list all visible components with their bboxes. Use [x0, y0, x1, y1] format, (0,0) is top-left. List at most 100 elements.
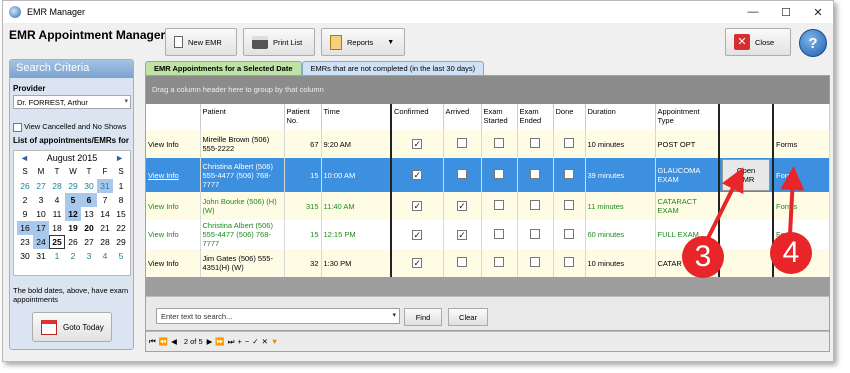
done-checkbox[interactable] [564, 257, 574, 267]
next-month-button[interactable]: ► [115, 153, 124, 163]
view-info-link[interactable]: View Info [146, 192, 201, 220]
calendar-day[interactable]: 2 [17, 193, 33, 207]
close-window-button[interactable]: ✕ [803, 1, 833, 23]
calendar-day[interactable]: 9 [17, 207, 33, 221]
calendar-day[interactable]: 4 [49, 193, 65, 207]
exam-ended-checkbox[interactable] [530, 200, 540, 210]
confirmed-cell[interactable]: ✓ [391, 220, 444, 249]
done-cell[interactable] [553, 130, 586, 158]
confirmed-cell[interactable]: ✓ [391, 192, 444, 220]
calendar-day[interactable]: 29 [65, 179, 81, 193]
calendar-day[interactable]: 14 [97, 207, 113, 221]
last-page-icon[interactable]: ⏭ [228, 337, 235, 347]
calendar-day[interactable]: 1 [49, 249, 65, 263]
done-cell[interactable] [553, 158, 586, 192]
cancel-icon[interactable]: ✕ [262, 337, 268, 346]
calendar-day[interactable]: 13 [81, 207, 97, 221]
table-row[interactable]: View Info Christina Albert (506) 555-4477… [146, 220, 830, 249]
done-checkbox[interactable] [564, 200, 574, 210]
arrived-checkbox[interactable]: ✓ [457, 201, 467, 211]
exam-started-checkbox[interactable] [494, 228, 504, 239]
arrived-checkbox[interactable] [457, 257, 467, 267]
forms-cell[interactable]: Forms [773, 158, 830, 192]
open-emr-button[interactable]: Open EMR [722, 159, 770, 191]
arrived-cell[interactable]: ✓ [443, 192, 482, 220]
confirmed-checkbox[interactable]: ✓ [412, 201, 423, 211]
arrived-checkbox[interactable] [457, 169, 467, 179]
maximize-button[interactable]: ☐ [771, 1, 801, 23]
goto-today-button[interactable]: Goto Today [32, 312, 112, 342]
col-duration[interactable]: Duration [585, 104, 656, 130]
arrived-cell[interactable] [443, 249, 482, 277]
calendar-day[interactable]: 31 [33, 249, 49, 263]
col-open[interactable] [719, 104, 774, 130]
done-checkbox[interactable] [564, 138, 574, 148]
col-confirmed[interactable]: Confirmed [391, 104, 444, 130]
calendar-day[interactable]: 5 [65, 193, 81, 207]
forms-cell[interactable]: Forms [773, 192, 830, 220]
calendar-day[interactable]: 30 [81, 179, 97, 193]
calendar-day[interactable]: 6 [81, 193, 97, 207]
exam-ended-cell[interactable] [517, 130, 554, 158]
col-patient-no[interactable]: Patient No. [284, 104, 322, 130]
open-emr-cell[interactable] [719, 130, 774, 158]
clear-button[interactable]: Clear [448, 308, 488, 326]
check-icon[interactable]: ✓ [252, 337, 258, 346]
view-cancelled-row[interactable]: View Cancelled and No Shows [13, 122, 127, 132]
calendar-day[interactable]: 12 [65, 207, 81, 221]
calendar-day[interactable]: 31 [97, 179, 113, 193]
calendar-day[interactable]: 17 [33, 221, 49, 235]
calendar-day[interactable]: 19 [65, 221, 81, 235]
calendar-day[interactable]: 25 [49, 235, 65, 249]
confirmed-checkbox[interactable]: ✓ [412, 170, 423, 180]
exam-ended-cell[interactable] [517, 158, 554, 192]
view-info-link[interactable]: View Info [146, 220, 201, 249]
minimize-button[interactable]: — [738, 1, 768, 23]
close-button[interactable]: ✕ Close [725, 28, 791, 56]
col-done[interactable]: Done [553, 104, 586, 130]
calendar-day[interactable]: 26 [17, 179, 33, 193]
new-emr-button[interactable]: New EMR [165, 28, 237, 56]
prev-month-button[interactable]: ◄ [20, 153, 29, 163]
forms-cell[interactable]: Forms [773, 130, 830, 158]
help-icon[interactable]: ? [799, 29, 827, 57]
col-forms[interactable] [773, 104, 830, 130]
print-list-button[interactable]: Print List [243, 28, 315, 56]
table-row[interactable]: View Info Christina Albert (506) 555-4477… [146, 158, 830, 192]
calendar-day[interactable]: 21 [97, 221, 113, 235]
col-patient[interactable]: Patient [200, 104, 285, 130]
col-exam-ended[interactable]: Exam Ended [517, 104, 554, 130]
done-cell[interactable] [553, 249, 586, 277]
exam-ended-checkbox[interactable] [530, 257, 540, 267]
reports-button[interactable]: Reports ▼ [321, 28, 405, 56]
calendar-day[interactable]: 23 [17, 235, 33, 249]
prev-page-icon[interactable]: ◀ [171, 337, 177, 346]
table-row[interactable]: View Info Mireille Brown (506) 555-2222 67… [146, 130, 830, 158]
calendar-day[interactable]: 18 [49, 221, 65, 235]
confirmed-checkbox[interactable]: ✓ [412, 229, 423, 240]
table-row[interactable]: View Info John Bourke (506) (H) (W) 315 11:… [146, 192, 830, 220]
calendar-day[interactable]: 30 [17, 249, 33, 263]
next-group-icon[interactable]: ⏩ [215, 337, 224, 346]
confirmed-cell[interactable]: ✓ [391, 158, 444, 192]
arrived-cell[interactable]: ✓ [443, 220, 482, 249]
calendar-day[interactable]: 10 [33, 207, 49, 221]
open-emr-cell[interactable] [719, 220, 774, 249]
group-by-area[interactable]: Drag a column header here to group by th… [146, 76, 829, 104]
first-page-icon[interactable]: ⏮ [149, 337, 156, 347]
col-view[interactable] [146, 104, 201, 130]
remove-icon[interactable]: − [245, 337, 249, 346]
exam-started-checkbox[interactable] [494, 138, 504, 148]
exam-started-checkbox[interactable] [494, 200, 504, 210]
calendar-day[interactable]: 3 [81, 249, 97, 263]
find-button[interactable]: Find [404, 308, 442, 326]
calendar-day[interactable]: 8 [113, 193, 129, 207]
calendar-day[interactable]: 24 [33, 235, 49, 249]
done-checkbox[interactable] [564, 228, 574, 239]
col-exam-started[interactable]: Exam Started [481, 104, 518, 130]
view-info-link[interactable]: View Info [146, 130, 201, 158]
calendar-day[interactable]: 3 [33, 193, 49, 207]
calendar-day[interactable]: 20 [81, 221, 97, 235]
done-cell[interactable] [553, 220, 586, 249]
exam-started-cell[interactable] [481, 249, 518, 277]
